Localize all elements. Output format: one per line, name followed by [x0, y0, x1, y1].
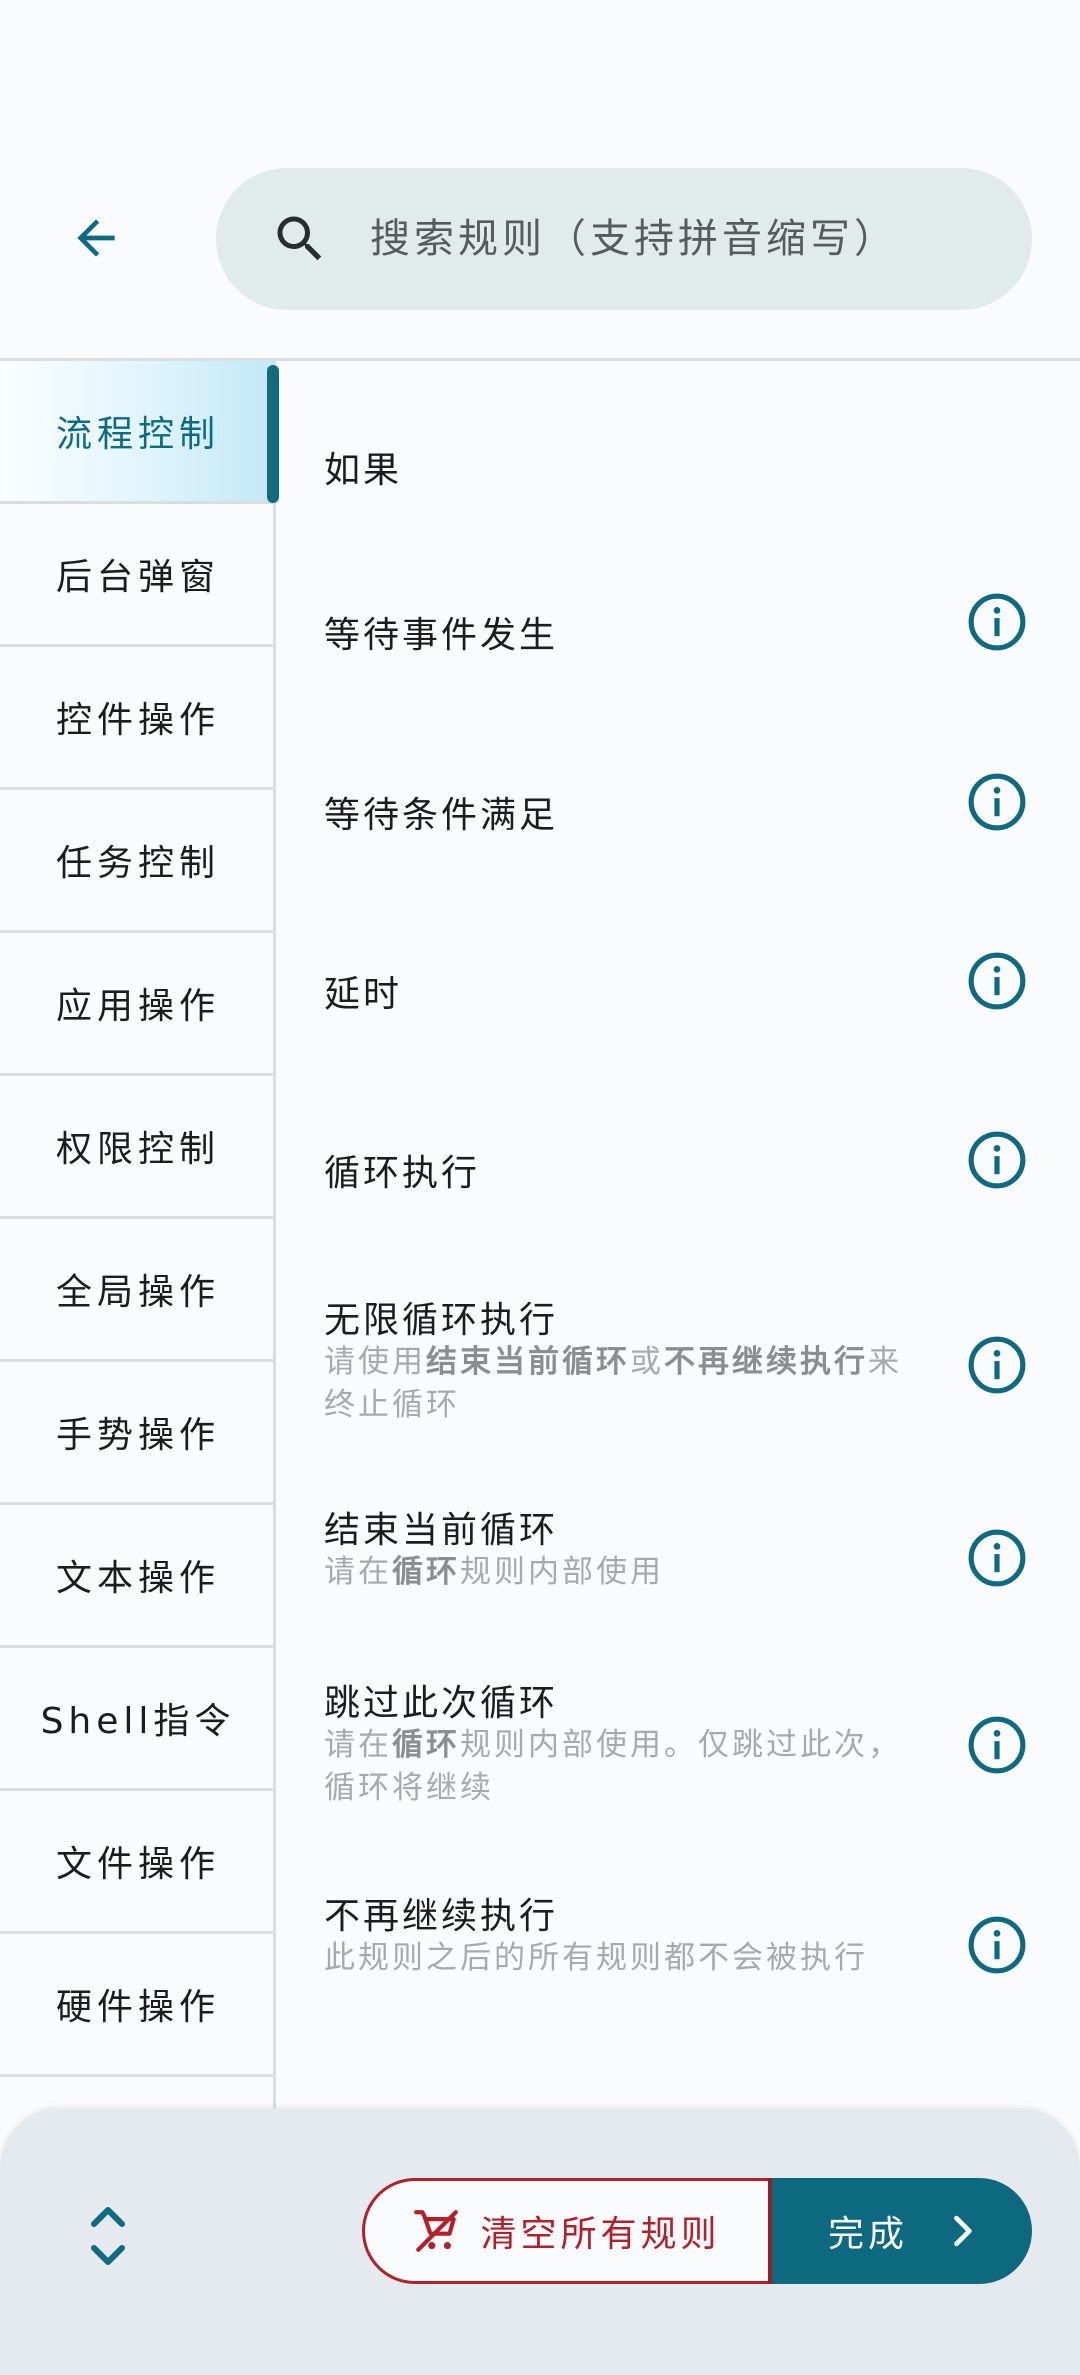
info-button[interactable]: [966, 771, 1028, 833]
info-circle-icon: [968, 1716, 1026, 1774]
sidebar-item-label: 权限控制: [55, 1129, 220, 1170]
sidebar-item-task-control[interactable]: 任务控制: [0, 790, 276, 933]
rule-description: 请使用结束当前循环或不再继续执行来终止循环: [324, 1341, 904, 1427]
rule-description: 请在循环规则内部使用。仅跳过此次，循环将继续: [324, 1724, 904, 1810]
rule-item[interactable]: 无限循环执行 请使用结束当前循环或不再继续执行来终止循环: [276, 1291, 1080, 1451]
desc-bold: 循环: [392, 1554, 460, 1590]
chevron-right-icon: [954, 2215, 972, 2247]
expand-button[interactable]: [78, 2198, 138, 2274]
rule-item[interactable]: 跳过此次循环 请在循环规则内部使用。仅跳过此次，循环将继续: [276, 1674, 1080, 1834]
rule-list: 如果 等待事件发生 等待条件满足 延时 循环执行 无限循环执行 请使用结束当前循…: [276, 361, 1080, 2111]
desc-text: 请使用: [324, 1344, 426, 1380]
desc-bold: 循环: [392, 1727, 460, 1763]
info-button[interactable]: [966, 950, 1028, 1012]
info-circle-icon: [968, 1336, 1026, 1394]
unfold-icon: [91, 2207, 125, 2265]
sidebar-item-label: 文件操作: [55, 1844, 220, 1885]
sidebar-item-label: 流程控制: [55, 414, 220, 455]
bottom-action-bar: 清空所有规则 完成: [0, 2108, 1080, 2375]
info-circle-icon: [968, 1529, 1026, 1587]
rule-title: 延时: [324, 974, 403, 1015]
info-button[interactable]: [966, 1129, 1028, 1191]
info-circle-icon: [968, 593, 1026, 651]
sidebar-item-label: 硬件操作: [55, 1987, 220, 2028]
rule-item[interactable]: 等待事件发生: [276, 581, 1080, 701]
rule-title: 等待事件发生: [324, 615, 559, 656]
desc-text: 请在: [324, 1727, 392, 1763]
done-button[interactable]: 完成: [768, 2178, 1032, 2284]
rule-title: 跳过此次循环: [324, 1683, 559, 1724]
sidebar-item-flow-control[interactable]: 流程控制: [0, 361, 279, 504]
cart-remove-icon: [414, 2210, 459, 2252]
rule-item[interactable]: 不再继续执行 此规则之后的所有规则都不会被执行: [276, 1887, 1080, 2007]
sidebar-item-text-ops[interactable]: 文本操作: [0, 1505, 276, 1648]
done-label: 完成: [827, 2214, 908, 2255]
clear-all-rules-button[interactable]: 清空所有规则: [362, 2178, 768, 2284]
arrow-left-icon: [77, 219, 115, 257]
rule-title: 循环执行: [324, 1153, 481, 1194]
sidebar-item-label: 任务控制: [55, 843, 220, 884]
info-button[interactable]: [966, 1714, 1028, 1776]
info-button[interactable]: [966, 1527, 1028, 1589]
sidebar-item-file-ops[interactable]: 文件操作: [0, 1791, 276, 1934]
clear-all-rules-label: 清空所有规则: [480, 2214, 721, 2255]
rule-item[interactable]: 如果: [276, 441, 1080, 541]
rule-description: 请在循环规则内部使用: [324, 1551, 904, 1594]
sidebar-item-app-ops[interactable]: 应用操作: [0, 933, 276, 1076]
sidebar-item-global-ops[interactable]: 全局操作: [0, 1219, 276, 1362]
desc-bold: 结束当前循环: [426, 1344, 630, 1380]
sidebar-item-label: 全局操作: [55, 1272, 220, 1313]
sidebar-item-widget-ops[interactable]: 控件操作: [0, 647, 276, 790]
rule-item[interactable]: 循环执行: [276, 1119, 1080, 1239]
sidebar-item-label: 控件操作: [55, 700, 220, 741]
rule-title: 无限循环执行: [324, 1300, 559, 1341]
rule-title: 如果: [324, 450, 403, 491]
rule-item[interactable]: 等待条件满足: [276, 761, 1080, 881]
desc-text: 请在: [324, 1554, 392, 1590]
info-circle-icon: [968, 952, 1026, 1010]
sidebar-item-gesture-ops[interactable]: 手势操作: [0, 1362, 276, 1505]
desc-text: 规则内部使用: [460, 1554, 664, 1590]
rule-title: 不再继续执行: [324, 1896, 559, 1937]
category-sidebar: 流程控制 后台弹窗 控件操作 任务控制 应用操作 权限控制 全局操作 手势操作 …: [0, 361, 279, 2111]
desc-bold: 不再继续执行: [664, 1344, 868, 1380]
rule-description: 此规则之后的所有规则都不会被执行: [324, 1940, 868, 1976]
info-button[interactable]: [966, 1334, 1028, 1396]
info-circle-icon: [968, 1916, 1026, 1974]
sidebar-item-label: Shell指令: [40, 1701, 236, 1742]
info-button[interactable]: [966, 591, 1028, 653]
search-input[interactable]: [370, 216, 1032, 262]
sidebar-item-label: 应用操作: [55, 986, 220, 1027]
rule-title: 结束当前循环: [324, 1510, 559, 1551]
sidebar-item-label: 后台弹窗: [55, 557, 220, 598]
info-circle-icon: [968, 1131, 1026, 1189]
search-bar[interactable]: [216, 168, 1032, 310]
back-button[interactable]: [58, 200, 134, 276]
info-circle-icon: [968, 773, 1026, 831]
sidebar-item-label: 手势操作: [55, 1415, 220, 1456]
search-icon: [268, 207, 332, 271]
sidebar-item-shell[interactable]: Shell指令: [0, 1648, 276, 1791]
sidebar-item-permission-control[interactable]: 权限控制: [0, 1076, 276, 1219]
rule-title: 等待条件满足: [324, 795, 559, 836]
sidebar-item-hardware-ops[interactable]: 硬件操作: [0, 1934, 276, 2077]
top-bar: [0, 0, 1080, 361]
desc-text: 或: [630, 1344, 664, 1380]
sidebar-item-label: 文本操作: [55, 1558, 220, 1599]
rule-item[interactable]: 延时: [276, 940, 1080, 1060]
rule-item[interactable]: 结束当前循环 请在循环规则内部使用: [276, 1501, 1080, 1621]
info-button[interactable]: [966, 1914, 1028, 1976]
sidebar-item-background-popup[interactable]: 后台弹窗: [0, 504, 276, 647]
